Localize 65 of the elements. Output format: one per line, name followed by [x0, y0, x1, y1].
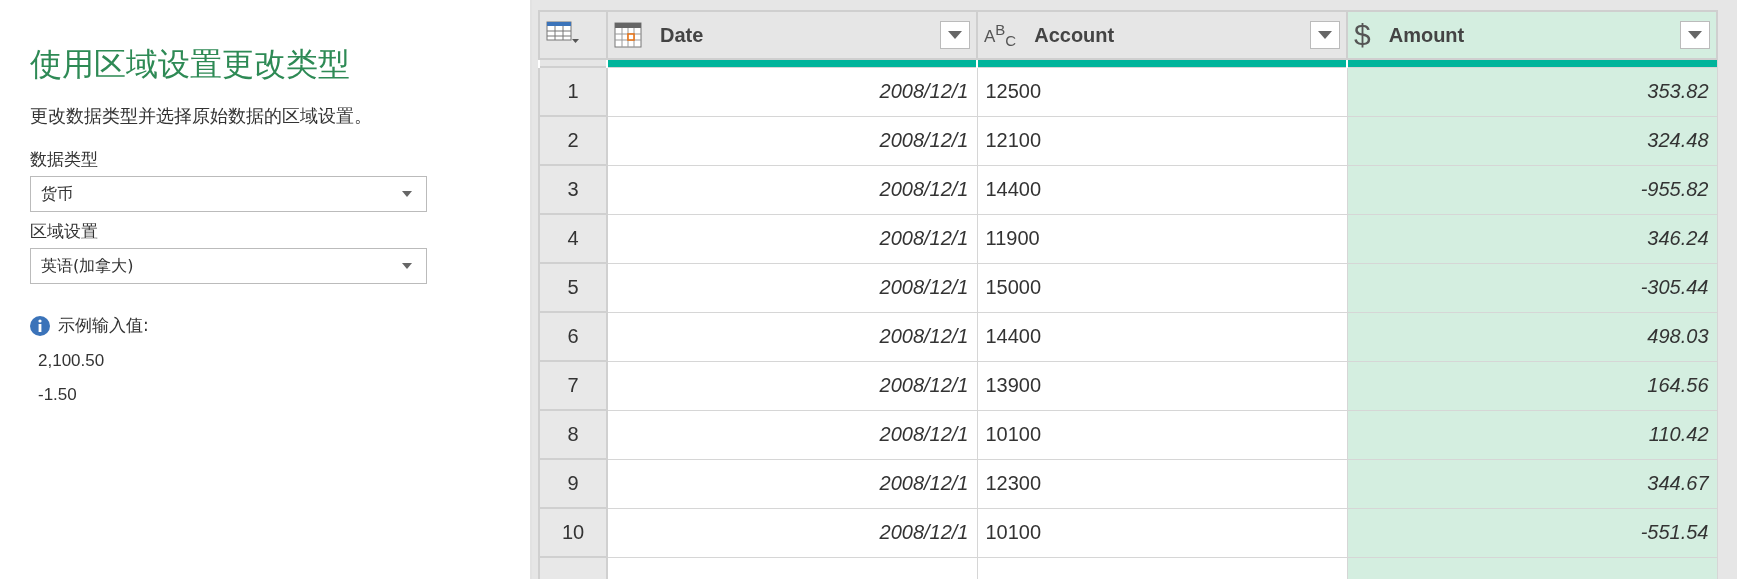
- table-cell: 2008/12/1: [607, 410, 977, 459]
- table-icon: [546, 20, 580, 45]
- row-number: 4: [539, 214, 607, 263]
- table-cell: 2008/12/1: [607, 312, 977, 361]
- description: 更改数据类型并选择原始数据的区域设置。: [30, 104, 373, 128]
- example-value: -1.50: [38, 385, 78, 405]
- column-header[interactable]: A$^{B}$$_{C}$ Account: [977, 11, 1347, 59]
- table-cell: 12100: [977, 116, 1347, 165]
- table-cell: 346.24: [1347, 214, 1717, 263]
- table-cell: -305.44: [1347, 263, 1717, 312]
- row-number: 10: [539, 508, 607, 557]
- table-cell: 344.67: [1347, 459, 1717, 508]
- table-cell: 2008/12/1: [607, 116, 977, 165]
- table-cell: 13900: [977, 361, 1347, 410]
- table-cell: 2008/12/1: [607, 165, 977, 214]
- table-cell: 353.82: [1347, 67, 1717, 116]
- table-cell: 110.42: [1347, 410, 1717, 459]
- info-label: 示例输入值:: [58, 314, 149, 337]
- table-cell: 2008/12/1: [607, 459, 977, 508]
- row-number: 5: [539, 263, 607, 312]
- column-header[interactable]: Date: [607, 11, 977, 59]
- table-menu-button[interactable]: [539, 11, 607, 59]
- table-cell: 2008/12/1: [607, 67, 977, 116]
- table-cell: 12300: [977, 459, 1347, 508]
- field-label: 区域设置: [30, 220, 99, 243]
- row-number: 8: [539, 410, 607, 459]
- table-cell: 12500: [977, 67, 1347, 116]
- row-number: 6: [539, 312, 607, 361]
- dialog-title: 使用区域设置更改类型: [30, 44, 351, 85]
- table-cell: 11900: [977, 214, 1347, 263]
- caret-icon: [1688, 31, 1702, 39]
- column-header[interactable]: $ Amount: [1347, 11, 1717, 59]
- table-cell: 10100: [977, 508, 1347, 557]
- filter-button[interactable]: [1310, 21, 1340, 49]
- table-cell: 2008/12/1: [607, 214, 977, 263]
- filter-button[interactable]: [940, 21, 970, 49]
- table-cell: 498.03: [1347, 312, 1717, 361]
- caret-icon: [402, 263, 412, 269]
- calendar-icon: [614, 22, 642, 48]
- table-cell: 324.48: [1347, 116, 1717, 165]
- caret-icon: [402, 191, 412, 197]
- field-label: 数据类型: [30, 148, 99, 171]
- row-number: 1: [539, 67, 607, 116]
- table-cell: 15000: [977, 263, 1347, 312]
- type-glyph: $: [1354, 20, 1371, 50]
- table-cell: 2008/12/1: [607, 361, 977, 410]
- table-cell: -955.82: [1347, 165, 1717, 214]
- example-value: 2,100.50: [38, 351, 106, 371]
- row-number: 9: [539, 459, 607, 508]
- dropdown[interactable]: 英语(加拿大): [30, 248, 427, 284]
- dropdown[interactable]: 货币: [30, 176, 427, 212]
- table-cell: 10100: [977, 410, 1347, 459]
- table-cell: 164.56: [1347, 361, 1717, 410]
- table-cell: 2008/12/1: [607, 508, 977, 557]
- info-icon: [30, 315, 50, 336]
- table-cell: 14400: [977, 312, 1347, 361]
- filter-button[interactable]: [1680, 21, 1710, 49]
- row-number: 2: [539, 116, 607, 165]
- table-cell: 2008/12/1: [607, 263, 977, 312]
- table-cell: 14400: [977, 165, 1347, 214]
- table-cell: -551.54: [1347, 508, 1717, 557]
- caret-icon: [948, 31, 962, 39]
- row-number: 3: [539, 165, 607, 214]
- row-number: 7: [539, 361, 607, 410]
- caret-icon: [1318, 31, 1332, 39]
